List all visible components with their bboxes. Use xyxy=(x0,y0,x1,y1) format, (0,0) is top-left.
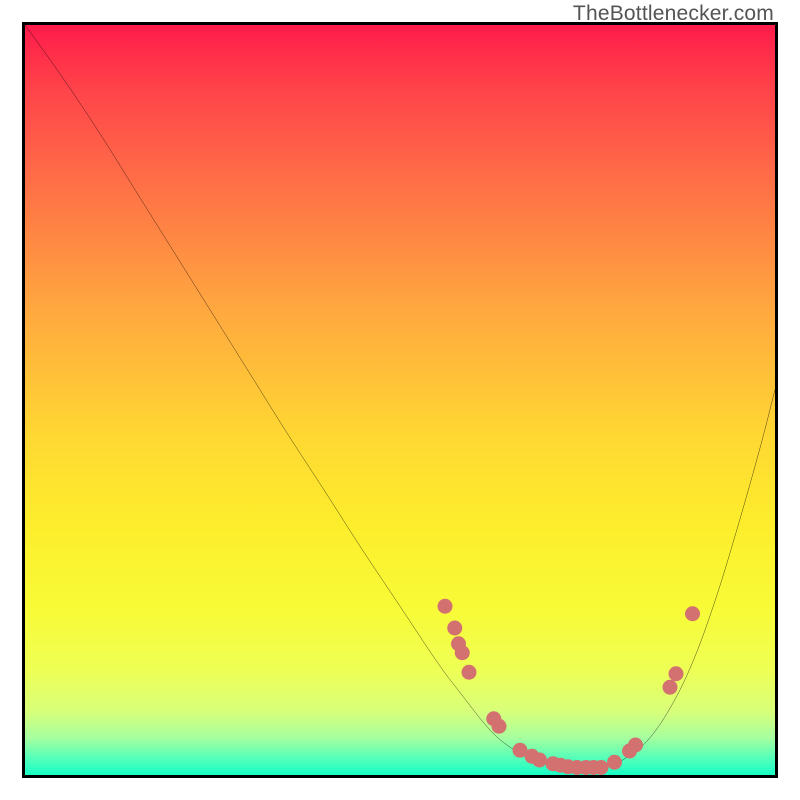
chart-point xyxy=(669,666,684,681)
chart-point xyxy=(607,755,622,770)
chart-point xyxy=(532,753,547,768)
chart-points xyxy=(438,599,701,775)
chart-point xyxy=(462,665,477,680)
chart-point xyxy=(663,680,678,695)
chart-plot-area xyxy=(22,22,778,778)
chart-point xyxy=(455,645,470,660)
chart-point xyxy=(685,606,700,621)
bottleneck-curve xyxy=(25,25,775,769)
chart-point xyxy=(492,719,507,734)
chart-svg xyxy=(25,25,775,775)
chart-point xyxy=(438,599,453,614)
chart-point xyxy=(628,738,643,753)
chart-point xyxy=(594,760,609,775)
chart-point xyxy=(447,621,462,636)
